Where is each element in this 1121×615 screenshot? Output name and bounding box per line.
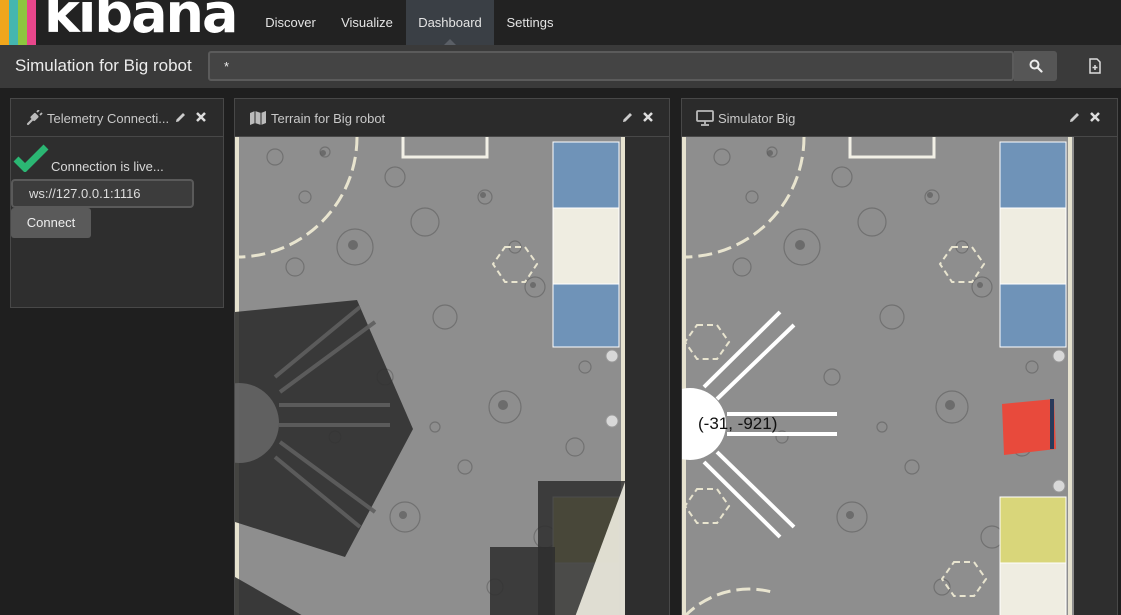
dashboard-toolbar: Simulation for Big robot <box>0 45 1121 88</box>
terrain-map[interactable] <box>235 137 625 615</box>
terrain-panel: Terrain for Big robot <box>234 98 670 615</box>
nav-discover[interactable]: Discover <box>254 0 327 45</box>
terrain-map-canvas <box>235 137 625 615</box>
panel-header: Terrain for Big robot <box>235 99 669 137</box>
simulator-map[interactable]: (-31, -921) <box>682 137 1074 615</box>
panel-title: Terrain for Big robot <box>271 111 386 126</box>
monitor-icon <box>696 110 714 126</box>
pencil-icon[interactable] <box>174 111 187 124</box>
connect-button[interactable]: Connect <box>11 208 91 238</box>
close-icon[interactable] <box>194 110 208 124</box>
simulator-panel: Simulator Big (-31, -921) <box>681 98 1118 615</box>
new-dashboard-icon[interactable] <box>1086 57 1104 75</box>
panel-title: Telemetry Connecti... <box>47 111 170 126</box>
top-navbar: kibana Discover Visualize Dashboard Sett… <box>0 0 1121 45</box>
logo-stripe <box>0 0 9 45</box>
search-icon <box>1029 59 1043 73</box>
plug-icon <box>26 110 43 126</box>
close-icon[interactable] <box>641 110 655 124</box>
panel-header: Telemetry Connecti... <box>11 99 223 137</box>
connection-status: Connection is live... <box>51 159 164 174</box>
simulator-map-canvas <box>682 137 1074 615</box>
logo-text: kibana <box>44 0 238 45</box>
dashboard-title: Simulation for Big robot <box>15 56 192 75</box>
robot-coordinates: (-31, -921) <box>698 414 778 433</box>
logo-stripe <box>27 0 36 45</box>
nav-dashboard[interactable]: Dashboard <box>406 0 494 45</box>
pencil-icon[interactable] <box>621 111 634 124</box>
check-icon <box>13 144 49 172</box>
search-button[interactable] <box>1014 51 1057 81</box>
panel-header: Simulator Big <box>682 99 1117 137</box>
kibana-logo[interactable]: kibana <box>0 0 238 45</box>
search-input[interactable] <box>208 51 1014 81</box>
logo-stripe <box>9 0 18 45</box>
panel-title: Simulator Big <box>718 111 796 126</box>
map-icon <box>250 111 266 125</box>
logo-stripe <box>18 0 27 45</box>
pencil-icon[interactable] <box>1068 111 1081 124</box>
telemetry-panel: Telemetry Connecti... Connection is live… <box>10 98 224 308</box>
nav-visualize[interactable]: Visualize <box>330 0 404 45</box>
close-icon[interactable] <box>1088 110 1102 124</box>
nav-settings[interactable]: Settings <box>496 0 564 45</box>
websocket-url-input[interactable] <box>11 179 194 208</box>
